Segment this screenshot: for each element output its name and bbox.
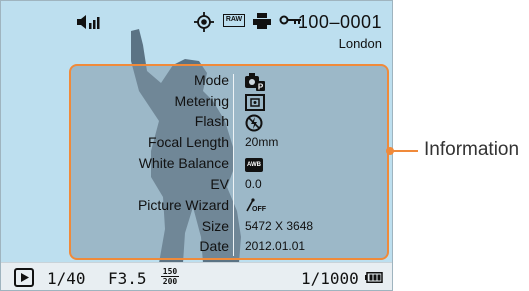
info-row-focal-length: Focal Length 20mm: [71, 134, 391, 154]
frame-counter: 1/1000: [301, 269, 359, 288]
camera-screen: RAW 100–0001 London Mode P Metering Flas…: [0, 0, 393, 291]
info-label: Size: [201, 218, 229, 234]
raw-icon: RAW: [223, 14, 245, 27]
iso-bottom: 200: [162, 277, 178, 286]
picture-wizard-off-icon: OFF: [245, 198, 266, 216]
bottom-bar: 1/40 F3.5 150 200 1/1000: [1, 262, 392, 290]
info-label: Picture Wizard: [137, 197, 229, 213]
shutter-speed: 1/40: [47, 269, 86, 288]
info-value: 20mm: [245, 135, 279, 149]
flash-off-icon: [245, 114, 263, 132]
info-row-metering: Metering: [71, 93, 391, 113]
awb-icon-text: AWB: [247, 162, 261, 168]
battery-icon: [365, 272, 383, 283]
info-row-ev: EV 0.0: [71, 176, 391, 196]
status-bar: RAW 100–0001 London: [1, 1, 392, 57]
program-mode-icon: P: [245, 73, 265, 91]
info-label: Metering: [174, 93, 229, 109]
battery-volume-icon: [77, 15, 100, 29]
info-label: Focal Length: [148, 134, 229, 150]
info-label: Date: [199, 238, 229, 254]
info-row-flash: Flash: [71, 113, 391, 133]
iso-indicator: 150 200: [161, 267, 179, 286]
svg-text:P: P: [258, 83, 264, 92]
callout-dot: [386, 147, 394, 155]
info-row-mode: Mode P: [71, 72, 391, 92]
info-label: Mode: [193, 72, 229, 88]
info-row-size: Size 5472 X 3648: [71, 218, 391, 238]
info-value: 0.0: [245, 177, 262, 191]
info-row-picture-wizard: Picture Wizard OFF: [71, 197, 391, 217]
info-value: 5472 X 3648: [245, 219, 314, 233]
metering-icon: [245, 94, 265, 111]
raw-icon-text: RAW: [225, 16, 243, 23]
play-icon[interactable]: [14, 268, 34, 287]
info-row-date: Date 2012.01.01: [71, 238, 391, 258]
print-icon: [253, 13, 271, 29]
info-label: Flash: [194, 113, 229, 129]
awb-icon: AWB: [245, 158, 263, 172]
iso-top: 150: [161, 267, 179, 277]
location-label: London: [338, 36, 382, 51]
information-panel: Mode P Metering Flash Focal Length 20mm …: [69, 64, 389, 260]
information-callout-label: Information: [424, 139, 520, 160]
af-point-icon: [194, 12, 214, 32]
info-row-white-balance: White Balance AWB: [71, 155, 391, 175]
info-label: EV: [210, 176, 229, 192]
picture-wizard-off-text: OFF: [252, 206, 266, 213]
info-label: White Balance: [138, 155, 229, 171]
info-value: 2012.01.01: [245, 239, 306, 253]
aperture-value: F3.5: [108, 269, 147, 288]
file-number: 100–0001: [297, 12, 382, 32]
